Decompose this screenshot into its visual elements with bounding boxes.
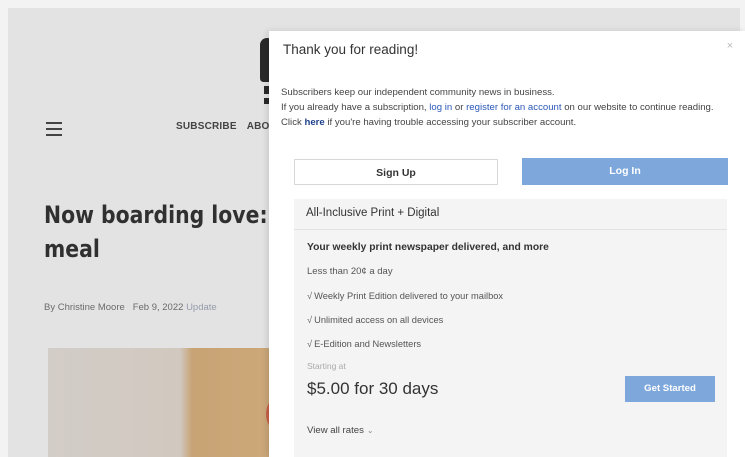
- modal-message: Subscribers keep our independent communi…: [281, 85, 741, 130]
- plan-divider: [294, 229, 727, 230]
- view-all-rates-link[interactable]: View all rates ⌄: [307, 425, 374, 436]
- hamburger-menu-icon[interactable]: [46, 122, 62, 136]
- login-link[interactable]: log in: [429, 102, 452, 113]
- message-line-2: If you already have a subscription, log …: [281, 102, 714, 113]
- get-started-button[interactable]: Get Started: [625, 376, 715, 402]
- sign-up-button[interactable]: Sign Up: [294, 159, 498, 185]
- hero-image: [48, 348, 288, 457]
- chevron-down-icon: ⌄: [366, 426, 374, 435]
- starting-at-label: Starting at: [307, 361, 346, 371]
- plan-card: All-Inclusive Print + Digital Your weekl…: [294, 199, 727, 457]
- article-byline: By Christine Moore Feb 9, 2022 Update: [44, 302, 217, 313]
- plan-feature: √ Unlimited access on all devices: [307, 315, 444, 325]
- paywall-modal: × Thank you for reading! Subscribers kee…: [269, 31, 745, 457]
- plan-feature: √ Weekly Print Edition delivered to your …: [307, 291, 504, 301]
- modal-title: Thank you for reading!: [283, 42, 419, 57]
- nav-subscribe[interactable]: SUBSCRIBE: [176, 121, 237, 132]
- byline-date: Feb 9, 2022: [132, 302, 184, 313]
- byline-author[interactable]: By Christine Moore: [44, 302, 125, 313]
- message-line-3: Click here if you're having trouble acce…: [281, 117, 577, 128]
- log-in-button[interactable]: Log In: [522, 158, 728, 185]
- plan-price: $5.00 for 30 days: [307, 379, 439, 398]
- plan-subtitle: Your weekly print newspaper delivered, a…: [307, 242, 549, 253]
- byline-updated: Update: [186, 302, 217, 313]
- checkmark-icon: √: [307, 315, 313, 325]
- plan-per-day: Less than 20¢ a day: [307, 266, 393, 277]
- article-headline: Now boarding love: meal: [44, 201, 268, 263]
- plan-name: All-Inclusive Print + Digital: [306, 207, 440, 219]
- checkmark-icon: √: [307, 291, 313, 301]
- register-link[interactable]: register for an account: [466, 102, 561, 113]
- help-here-link[interactable]: here: [304, 117, 324, 128]
- close-icon[interactable]: ×: [723, 39, 737, 53]
- plan-feature: √ E-Edition and Newsletters: [307, 339, 422, 349]
- message-line-1: Subscribers keep our independent communi…: [281, 87, 555, 98]
- checkmark-icon: √: [307, 339, 313, 349]
